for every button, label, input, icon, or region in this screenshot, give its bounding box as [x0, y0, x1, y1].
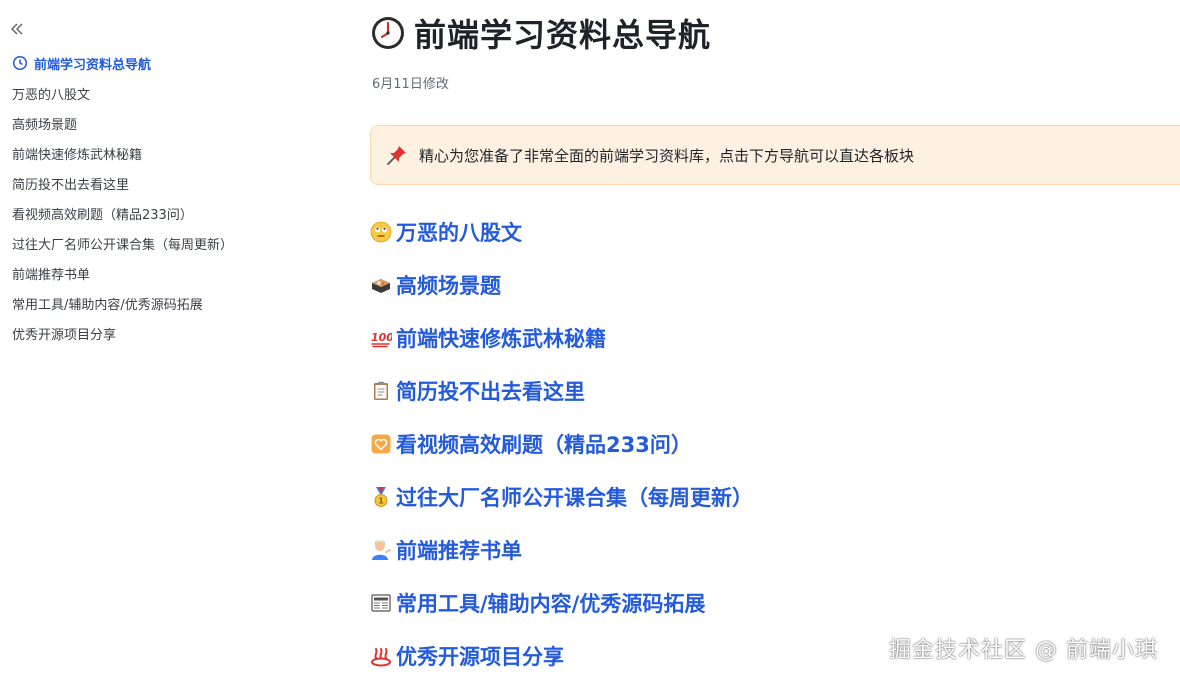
section-link-label: 优秀开源项目分享 — [396, 644, 564, 669]
toc-item-label: 过往大厂名师公开课合集（每周更新） — [12, 237, 234, 253]
section-links: 万恶的八股文 高频场景题 100 前端快速修炼武林秘籍 简历投不出去看这里 看视… — [370, 205, 753, 682]
section-link-label: 常用工具/辅助内容/优秀源码拓展 — [396, 591, 706, 616]
section-link[interactable]: 看视频高效刷题（精品233问） — [370, 417, 753, 470]
hot-springs-icon — [371, 647, 391, 666]
title-row: 前端学习资料总导航 — [370, 10, 711, 56]
toc-item-label: 前端快速修炼武林秘籍 — [12, 147, 143, 163]
toc-item[interactable]: 看视频高效刷题（精品233问） — [12, 198, 233, 228]
section-link[interactable]: 100 前端快速修炼武林秘籍 — [370, 311, 753, 364]
heart-box-icon — [371, 434, 391, 453]
clock-icon — [372, 17, 404, 49]
person-tipping-hand-icon — [372, 539, 392, 560]
section-link-label: 高频场景题 — [396, 273, 501, 298]
eye-roll-face-icon — [370, 221, 392, 242]
svg-text:100: 100 — [371, 331, 392, 344]
watermark-text: 掘金技术社区 @ 前端小琪 — [889, 638, 1158, 663]
table-of-contents: 前端学习资料总导航 万恶的八股文 高频场景题 前端快速修炼武林秘籍 简历投不出去… — [12, 48, 233, 348]
toc-item[interactable]: 万恶的八股文 — [12, 78, 233, 108]
section-link[interactable]: 优秀开源项目分享 — [370, 629, 753, 682]
toc-item-label: 简历投不出去看这里 — [12, 177, 130, 193]
svg-text:1: 1 — [378, 496, 384, 505]
callout-text: 精心为您准备了非常全面的前端学习资料库，点击下方导航可以直达各板块 — [419, 146, 915, 165]
toc-item-label: 前端推荐书单 — [12, 267, 91, 283]
medal-icon: 1 — [374, 486, 388, 507]
toc-item[interactable]: 前端推荐书单 — [12, 258, 233, 288]
sidebar: 前端学习资料总导航 万恶的八股文 高频场景题 前端快速修炼武林秘籍 简历投不出去… — [0, 0, 300, 684]
toc-item-label: 高频场景题 — [12, 117, 78, 133]
section-link[interactable]: 万恶的八股文 — [370, 205, 753, 258]
clock-icon — [12, 55, 28, 71]
section-link[interactable]: 1 过往大厂名师公开课合集（每周更新） — [370, 470, 753, 523]
section-link-label: 过往大厂名师公开课合集（每周更新） — [396, 485, 753, 510]
toc-item-label: 常用工具/辅助内容/优秀源码拓展 — [12, 297, 203, 313]
section-link[interactable]: 前端推荐书单 — [370, 523, 753, 576]
bento-box-icon — [372, 278, 390, 293]
section-link-label: 前端快速修炼武林秘籍 — [396, 326, 606, 351]
toc-item-label: 看视频高效刷题（精品233问） — [12, 207, 193, 223]
section-link[interactable]: 高频场景题 — [370, 258, 753, 311]
section-link-label: 看视频高效刷题（精品233问） — [396, 432, 692, 457]
section-link[interactable]: 常用工具/辅助内容/优秀源码拓展 — [370, 576, 753, 629]
toc-item-label: 万恶的八股文 — [12, 87, 91, 103]
last-modified-text: 6月11日修改 — [372, 77, 449, 92]
section-link-label: 前端推荐书单 — [396, 538, 522, 563]
collapse-sidebar-icon[interactable] — [8, 20, 26, 38]
page-title: 前端学习资料总导航 — [414, 16, 712, 54]
main-content: 前端学习资料总导航 6月11日修改 精心为您准备了非常全面的前端学习资料库，点击… — [368, 0, 1180, 684]
clipboard-icon — [374, 381, 388, 400]
newspaper-icon — [371, 593, 391, 612]
toc-item-label: 优秀开源项目分享 — [12, 327, 117, 343]
section-link-label: 简历投不出去看这里 — [396, 379, 585, 404]
pushpin-icon — [387, 146, 406, 165]
toc-item[interactable]: 前端快速修炼武林秘籍 — [12, 138, 233, 168]
toc-item-label: 前端学习资料总导航 — [34, 57, 152, 73]
callout-block: 精心为您准备了非常全面的前端学习资料库，点击下方导航可以直达各板块 — [370, 125, 1180, 185]
toc-item[interactable]: 前端学习资料总导航 — [12, 48, 233, 78]
toc-item[interactable]: 高频场景题 — [12, 108, 233, 138]
hundred-points-icon: 100 — [371, 331, 392, 347]
toc-item[interactable]: 常用工具/辅助内容/优秀源码拓展 — [12, 288, 233, 318]
toc-item[interactable]: 简历投不出去看这里 — [12, 168, 233, 198]
section-link-label: 万恶的八股文 — [396, 220, 522, 245]
toc-item[interactable]: 优秀开源项目分享 — [12, 318, 233, 348]
section-link[interactable]: 简历投不出去看这里 — [370, 364, 753, 417]
toc-item[interactable]: 过往大厂名师公开课合集（每周更新） — [12, 228, 233, 258]
